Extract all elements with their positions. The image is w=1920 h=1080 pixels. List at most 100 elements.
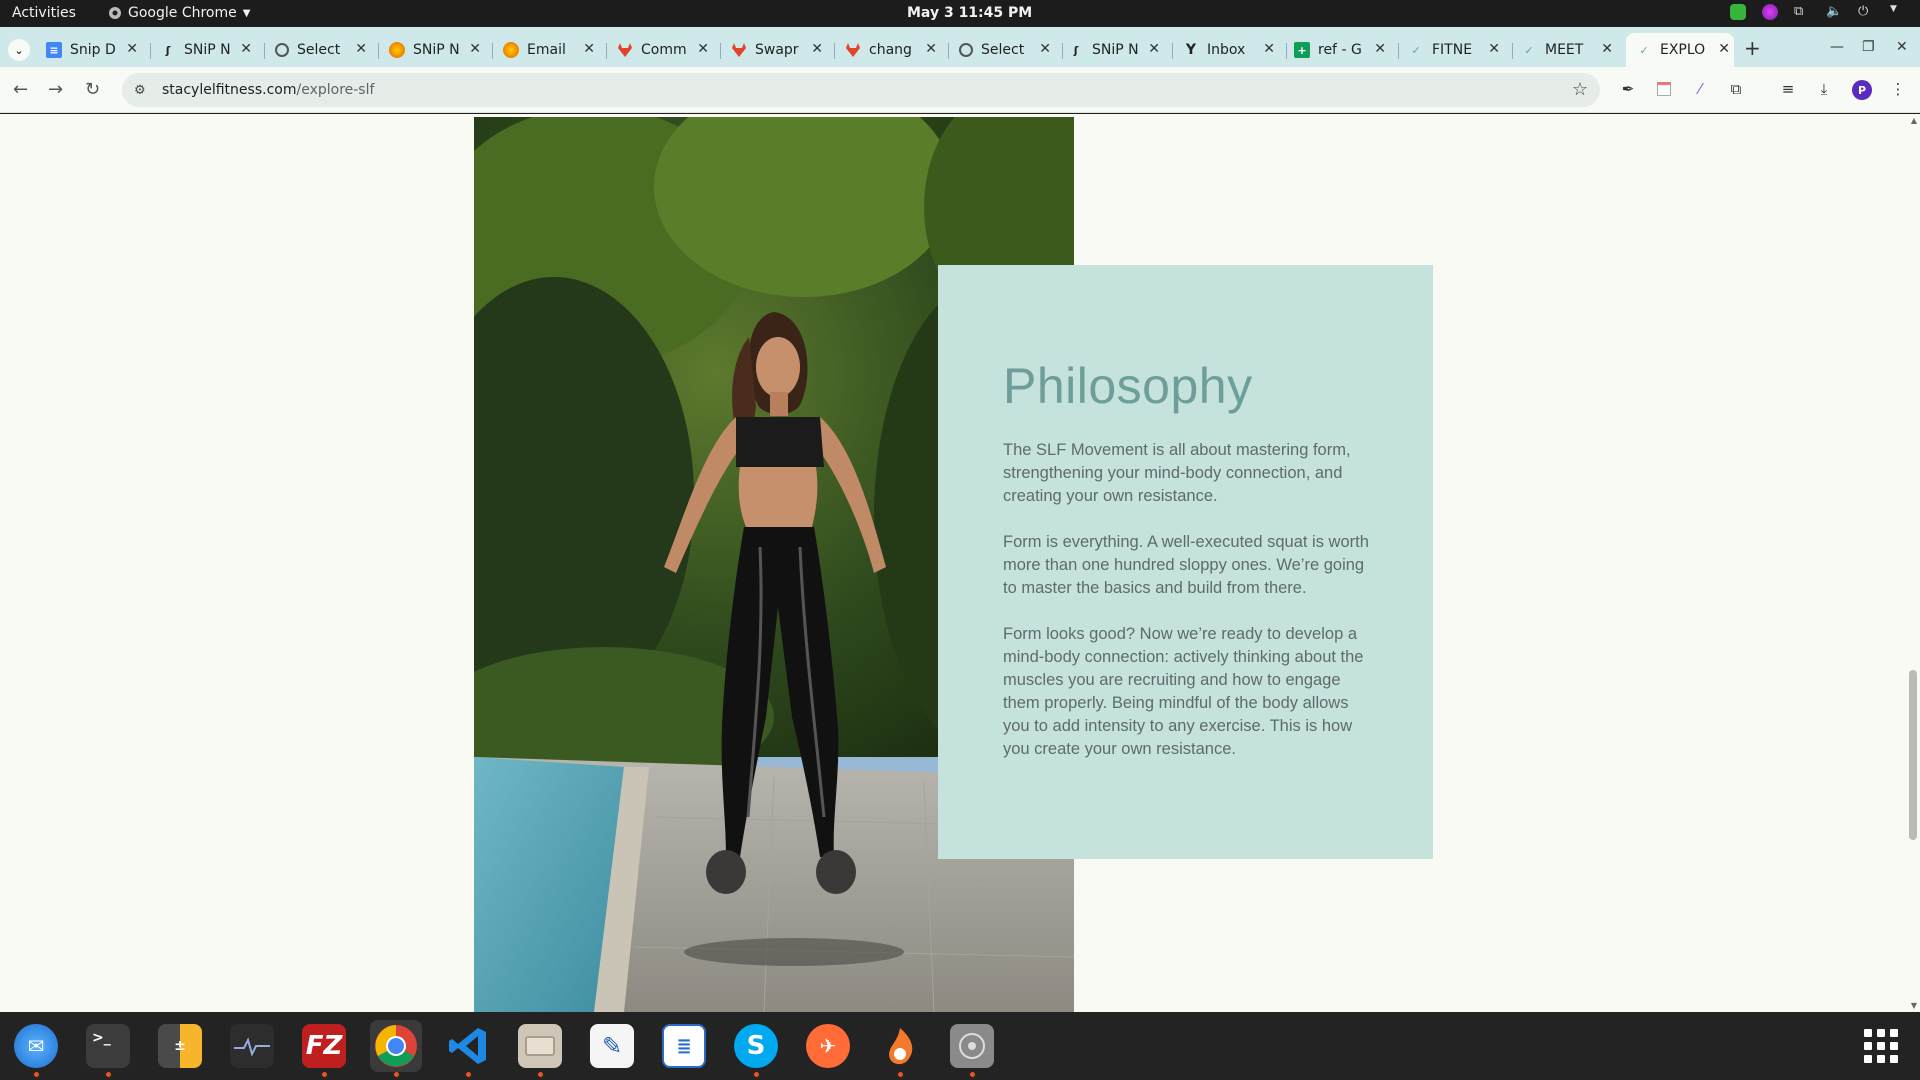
eyedropper-icon[interactable]: ✒ [1618,79,1638,99]
thunderbird-icon: ✉ [14,1024,58,1068]
text-editor-icon: ✎ [590,1024,634,1068]
dock-blender[interactable] [874,1020,926,1077]
forward-button[interactable]: → [48,79,63,100]
close-icon[interactable]: ✕ [469,41,481,57]
philosophy-paragraph: Form looks good? Now we’re ready to deve… [1003,625,1364,758]
close-icon[interactable]: ✕ [697,41,709,57]
tab-search-button[interactable]: ⌄ [8,39,30,61]
tab[interactable]: ✓ MEET ✕ [1521,33,1617,67]
slf-icon: ✓ [1524,43,1534,57]
dock-text-editor[interactable]: ✎ [586,1020,638,1072]
site-settings-icon[interactable]: ⚙ [134,83,152,98]
pen-extension-icon[interactable]: ⁄ [1690,79,1710,99]
address-bar[interactable]: ⚙ stacylelfitness.com/explore-slf ☆ [122,73,1600,107]
close-icon[interactable]: ✕ [583,41,595,57]
dock-thunderbird[interactable]: ✉ [10,1020,62,1077]
dock-skype[interactable]: S [730,1020,782,1077]
scroll-up-arrow[interactable]: ▲ [1911,116,1917,125]
app-menu[interactable]: Google Chrome ▼ [108,5,250,21]
close-icon[interactable]: ✕ [1488,41,1500,57]
tab-label: Inbox [1207,42,1246,58]
shield-check-icon[interactable] [1730,4,1746,20]
download-icon[interactable]: ⤓ [1814,79,1834,99]
close-window-button[interactable]: ✕ [1896,39,1908,55]
dock-system-monitor[interactable] [226,1020,278,1072]
close-icon[interactable]: ✕ [126,41,138,57]
gitlab-icon [617,42,633,58]
new-tab-button[interactable]: + [1744,36,1761,60]
dock-calculator[interactable]: ± [154,1020,206,1072]
dock-terminal[interactable]: >_ [82,1020,134,1077]
tab[interactable]: ✓ FITNE ✕ [1408,33,1504,67]
minimize-button[interactable]: — [1830,39,1844,55]
volume-icon[interactable]: 🔈 [1826,4,1842,20]
tab[interactable]: Select ✕ [275,33,371,67]
philosophy-paragraph: Form is everything. A well-executed squa… [1003,533,1369,597]
profile-avatar[interactable]: P [1852,80,1872,100]
url-path: /explore-slf [296,82,375,98]
browser-toolbar: ← → ↻ ⚙ stacylelfitness.com/explore-slf … [0,67,1920,113]
tab[interactable]: chang ✕ [845,33,941,67]
tab[interactable]: ʃ SNiP N ✕ [160,33,256,67]
extensions-puzzle-icon[interactable]: ⧉ [1726,79,1746,99]
dock-filezilla[interactable]: FZ [298,1020,350,1077]
files-icon [518,1024,562,1068]
reload-button[interactable]: ↻ [85,79,100,100]
media-control-icon[interactable]: ≡ [1778,79,1798,99]
tab-label: Comm [641,42,687,58]
dock-files[interactable] [514,1020,566,1077]
tab[interactable]: + ref - G ✕ [1294,33,1390,67]
activities-button[interactable]: Activities [12,5,76,21]
tab[interactable]: SNiP N ✕ [389,33,485,67]
scroll-down-arrow[interactable]: ▼ [1911,1001,1917,1010]
tab[interactable]: ≡ Snip D ✕ [46,33,142,67]
tab[interactable]: Select ✕ [959,33,1055,67]
dock-postman[interactable]: ✈ [802,1020,854,1072]
dock-libreoffice-writer[interactable]: ≣ [658,1020,710,1072]
close-icon[interactable]: ✕ [925,41,937,57]
close-icon[interactable]: ✕ [355,41,367,57]
close-icon[interactable]: ✕ [1039,41,1051,57]
tab[interactable]: ʃ SNiP N ✕ [1068,33,1164,67]
tab-label: Select [981,42,1025,58]
power-icon[interactable]: ⏻ [1858,4,1874,20]
globe-icon [275,43,289,57]
tab[interactable]: Comm ✕ [617,33,713,67]
dock-chrome[interactable] [370,1020,422,1077]
bookmark-star-icon[interactable]: ☆ [1572,79,1588,100]
tab-label: EXPLO [1660,42,1706,58]
close-icon[interactable]: ✕ [1718,41,1730,57]
color-app-icon[interactable] [1762,4,1778,20]
close-icon[interactable]: ✕ [1601,41,1613,57]
filezilla-icon: FZ [302,1024,346,1068]
yahoo-mail-icon: Y [1185,42,1197,58]
page-scrollbar[interactable]: ▲ ▼ [1906,114,1920,1012]
scrollbar-thumb[interactable] [1909,670,1917,840]
tab-label: SNiP N [1092,42,1139,58]
restore-button[interactable]: ❐ [1862,39,1875,55]
show-applications-icon[interactable] [1864,1029,1898,1063]
tab[interactable]: Email ✕ [503,33,599,67]
clock[interactable]: May 3 11:45 PM [907,5,1032,21]
tab[interactable]: Swapr ✕ [731,33,827,67]
close-icon[interactable]: ✕ [1374,41,1386,57]
dock-disk-utility[interactable] [946,1020,998,1077]
network-icon[interactable]: ⧉ [1794,4,1810,20]
close-icon[interactable]: ✕ [811,41,823,57]
tab[interactable]: Y Inbox ✕ [1183,33,1279,67]
close-icon[interactable]: ✕ [1263,41,1275,57]
dock-vscode[interactable] [442,1020,494,1077]
close-icon[interactable]: ✕ [240,41,252,57]
calendar-extension-icon[interactable] [1654,79,1674,99]
url-host: stacylelfitness.com [162,82,297,98]
tab-active[interactable]: ✓ EXPLO ✕ [1626,33,1734,67]
dock: ✉ >_ ± FZ ✎ ≣ S ✈ [0,1012,1920,1080]
philosophy-heading: Philosophy [1003,358,1253,414]
tab-label: ref - G [1318,42,1362,58]
google-sheets-icon: + [1294,42,1310,58]
more-menu-icon[interactable]: ⋮ [1888,79,1908,99]
chrome-icon [374,1024,418,1068]
close-icon[interactable]: ✕ [1148,41,1160,57]
chevron-down-icon[interactable]: ▼ [1890,4,1906,20]
back-button[interactable]: ← [13,79,28,100]
